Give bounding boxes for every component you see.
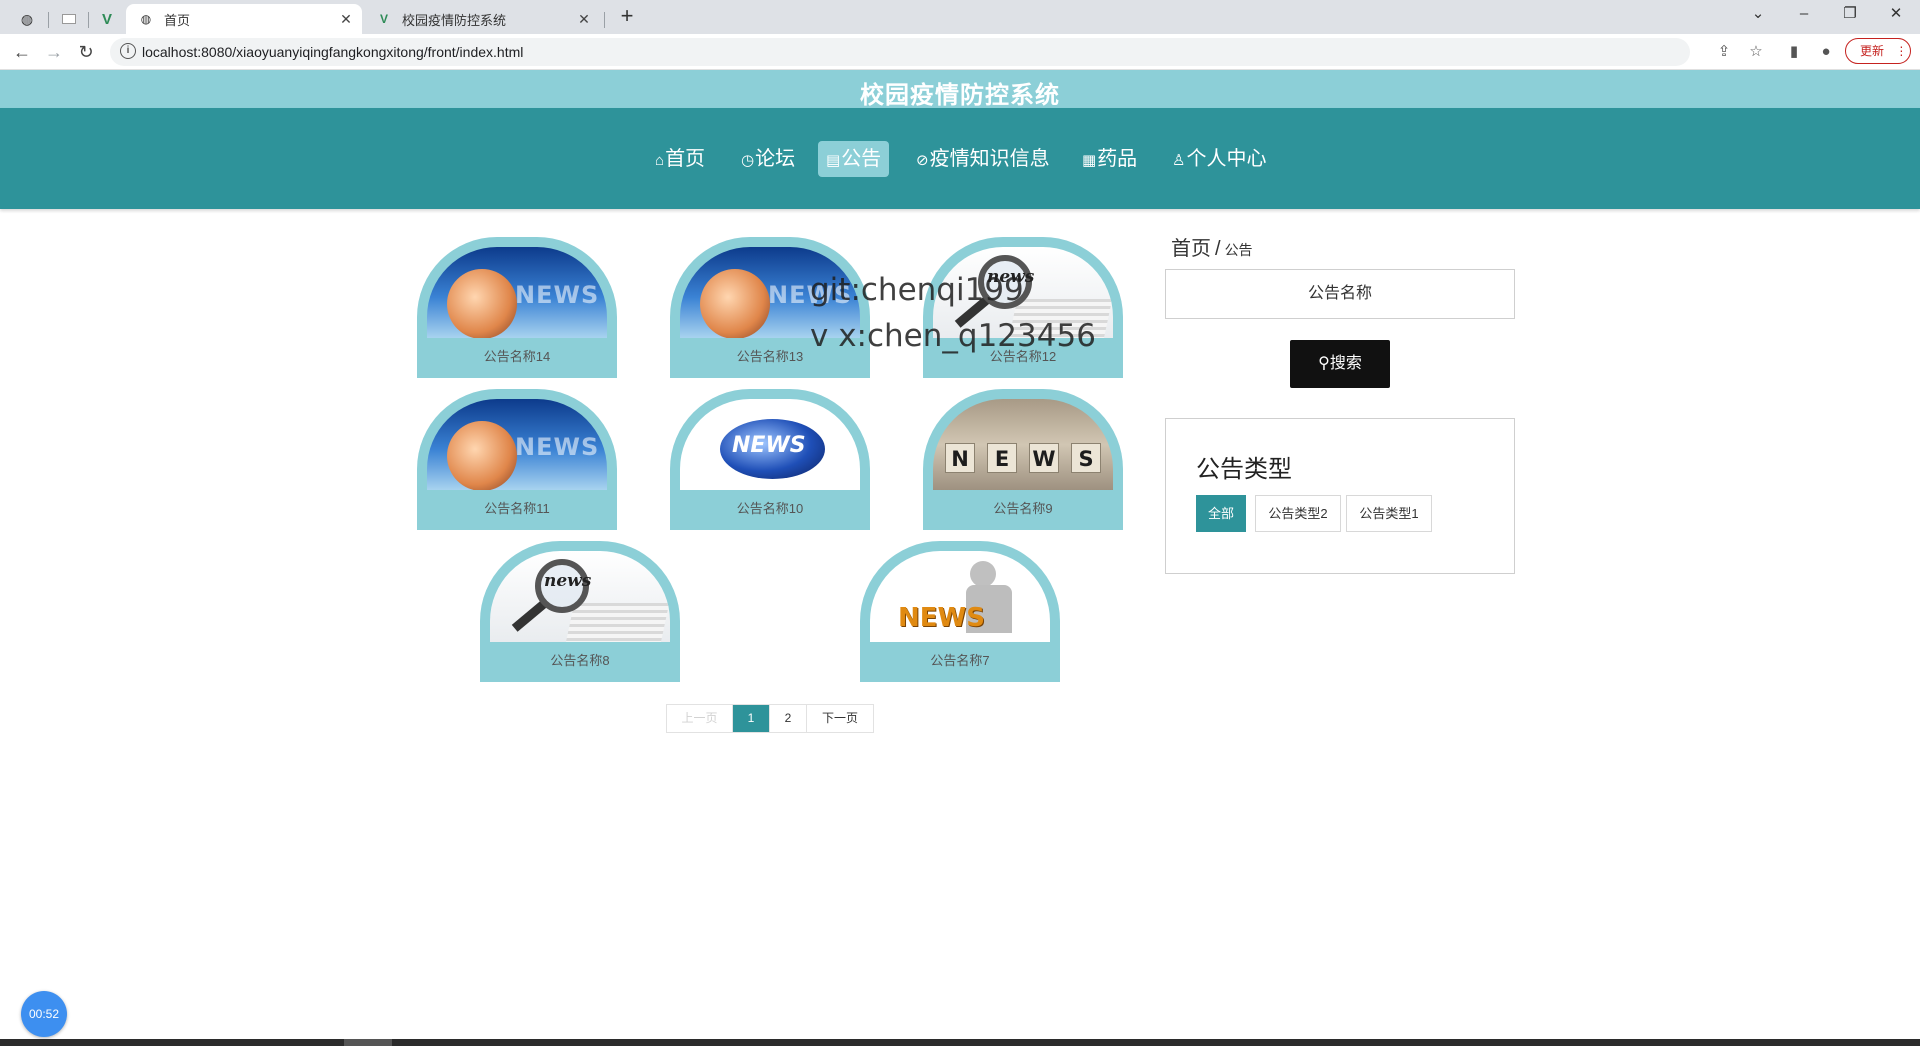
pinned-tab-2[interactable] — [52, 4, 86, 34]
type-filter-type2[interactable]: 公告类型2 — [1255, 495, 1341, 532]
notice-type-title: 公告类型 — [1196, 456, 1292, 483]
nav-label: 首页 — [665, 148, 706, 170]
close-window-button[interactable]: ✕ — [1873, 0, 1919, 30]
news-title: 公告名称10 — [736, 501, 804, 516]
info-icon[interactable]: i — [120, 43, 136, 59]
site-title: 校园疫情防控系统 — [860, 82, 1060, 109]
news-thumbnail: NEWS — [427, 399, 607, 490]
breadcrumb: 首页 / 公告 — [1171, 232, 1253, 261]
nav-item-epidemic-knowledge[interactable]: ⊘疫情知识信息 — [908, 141, 1058, 177]
news-thumbnail: NEWS — [680, 399, 860, 490]
nav-item-personal-center[interactable]: ♙个人中心 — [1164, 141, 1274, 177]
globe-icon: ◍ — [20, 10, 34, 27]
new-tab-button[interactable]: + — [614, 4, 640, 30]
news-thumbnail: NEWS — [933, 399, 1113, 490]
side-panel-icon[interactable]: ▮ — [1782, 40, 1806, 64]
tab-divider — [604, 12, 605, 28]
more-menu-icon: ⋮ — [1895, 44, 1908, 58]
notice-icon: ▤ — [826, 152, 841, 169]
user-icon: ♙ — [1172, 152, 1186, 169]
close-icon[interactable]: ✕ — [574, 11, 594, 28]
page-button-1[interactable]: 1 — [733, 705, 770, 732]
tab-title: 首页 — [164, 12, 191, 28]
news-card[interactable]: news 公告名称8 — [480, 541, 680, 682]
nav-item-medicine[interactable]: ▦药品 — [1074, 141, 1145, 177]
nav-item-home[interactable]: ⌂首页 — [647, 141, 713, 177]
news-thumbnail: NEWS — [427, 247, 607, 338]
restore-button[interactable]: ❐ — [1827, 0, 1873, 30]
watermark-line-1: git:chenqi199 — [810, 272, 1024, 308]
back-button[interactable]: ← — [8, 38, 36, 66]
bookmark-star-icon[interactable]: ☆ — [1744, 40, 1768, 64]
news-title: 公告名称8 — [550, 653, 610, 668]
news-card[interactable]: NEWS 公告名称10 — [670, 389, 870, 530]
watermark-line-2: v x:chen_q123456 — [810, 318, 1096, 354]
nav-label: 论坛 — [755, 148, 796, 170]
search-icon: ⚲ — [1318, 355, 1330, 372]
globe-icon: ◍ — [140, 12, 152, 26]
home-icon: ⌂ — [655, 152, 665, 169]
vue-logo-icon: V — [379, 12, 388, 26]
next-page-button[interactable]: 下一页 — [807, 705, 873, 732]
news-title: 公告名称7 — [930, 653, 990, 668]
grid-icon: ▦ — [1082, 152, 1097, 169]
share-icon[interactable]: ⇪ — [1712, 40, 1736, 64]
minimize-button[interactable]: – — [1781, 0, 1827, 30]
profile-avatar-icon[interactable]: ● — [1814, 40, 1838, 64]
update-label: 更新 — [1860, 44, 1885, 58]
clock-icon: ◷ — [741, 152, 755, 169]
link-icon: ⊘ — [916, 152, 929, 169]
vue-logo-icon: V — [101, 10, 112, 28]
forward-button[interactable]: → — [40, 38, 68, 66]
type-filter-all[interactable]: 全部 — [1196, 495, 1246, 532]
news-card[interactable]: NEWS 公告名称9 — [923, 389, 1123, 530]
close-icon[interactable]: ✕ — [336, 11, 356, 28]
address-toolbar: ← → ↻ i localhost:8080/xiaoyuanyiqingfan… — [0, 34, 1920, 70]
pagination: 上一页 1 2 下一页 — [666, 704, 874, 733]
nav-label: 疫情知识信息 — [929, 148, 1050, 170]
tab-search-button[interactable]: ⌄ — [1735, 0, 1781, 30]
news-title: 公告名称9 — [993, 501, 1053, 516]
update-button[interactable]: 更新 ⋮ — [1845, 38, 1911, 64]
tab-divider — [88, 12, 89, 28]
nav-item-forum[interactable]: ◷论坛 — [733, 141, 803, 177]
tab-home[interactable]: ◍ 首页 ✕ — [126, 4, 362, 34]
news-card[interactable]: NEWS 公告名称14 — [417, 237, 617, 378]
pinned-tab-1[interactable]: ◍ — [10, 4, 44, 34]
prev-page-button[interactable]: 上一页 — [667, 705, 733, 732]
nav-label: 药品 — [1097, 148, 1138, 170]
news-title: 公告名称14 — [483, 349, 551, 364]
news-card[interactable]: NEWS 公告名称11 — [417, 389, 617, 530]
breadcrumb-separator: / — [1215, 238, 1221, 260]
breadcrumb-home[interactable]: 首页 — [1171, 238, 1211, 260]
tab-divider — [48, 12, 49, 28]
tab-title: 校园疫情防控系统 — [402, 12, 507, 28]
news-title: 公告名称11 — [484, 501, 550, 516]
notice-type-panel: 公告类型 全部 公告类型2 公告类型1 — [1165, 418, 1515, 574]
recording-timer-badge[interactable]: 00:52 — [21, 991, 67, 1037]
tab-system[interactable]: V 校园疫情防控系统 ✕ — [364, 4, 600, 34]
notice-name-search-input[interactable] — [1165, 269, 1515, 319]
pinned-tab-3[interactable]: V — [90, 4, 124, 34]
reload-button[interactable]: ↻ — [72, 38, 100, 66]
search-button[interactable]: ⚲搜索 — [1290, 340, 1390, 388]
address-bar[interactable]: i localhost:8080/xiaoyuanyiqingfangkongx… — [110, 38, 1690, 66]
search-label: 搜索 — [1329, 355, 1362, 372]
news-thumbnail: NEWS — [870, 551, 1050, 642]
type-filter-type1[interactable]: 公告类型1 — [1346, 495, 1432, 532]
site-title-bar: 校园疫情防控系统 — [0, 70, 1920, 109]
news-card[interactable]: NEWS 公告名称7 — [860, 541, 1060, 682]
blank-page-icon — [62, 14, 76, 24]
page-button-2[interactable]: 2 — [770, 705, 807, 732]
nav-label: 公告 — [841, 148, 882, 170]
bottom-strip — [0, 1039, 1920, 1046]
url-text: localhost:8080/xiaoyuanyiqingfangkongxit… — [142, 44, 524, 60]
browser-tab-bar: ◍ V ◍ 首页 ✕ V 校园疫情防控系统 ✕ + ⌄ – ❐ ✕ — [0, 0, 1920, 34]
news-thumbnail: news — [490, 551, 670, 642]
breadcrumb-current: 公告 — [1224, 242, 1253, 258]
nav-label: 个人中心 — [1186, 148, 1267, 170]
site-nav: ⌂首页 ◷论坛 ▤公告 ⊘疫情知识信息 ▦药品 ♙个人中心 — [0, 108, 1920, 209]
nav-item-notice[interactable]: ▤公告 — [818, 141, 890, 177]
